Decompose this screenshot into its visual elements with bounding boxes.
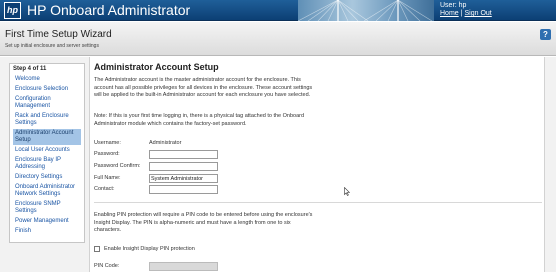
pin-protection-checkbox[interactable] [94, 246, 100, 252]
link-separator: | [460, 10, 463, 17]
step-power-management[interactable]: Power Management [13, 217, 81, 226]
password-row: Password: [94, 150, 354, 160]
password-confirm-field[interactable] [149, 162, 218, 171]
username-row: Username: Administrator [94, 139, 354, 149]
wizard-title: First Time Setup Wizard [5, 29, 112, 40]
step-directory-settings[interactable]: Directory Settings [13, 173, 81, 182]
step-administrator-account-setup[interactable]: Administrator Account Setup [13, 129, 81, 145]
top-bar: hp HP Onboard Administrator User: hp Hom… [0, 0, 556, 21]
step-oa-network-settings[interactable]: Onboard Administrator Network Settings [13, 183, 81, 199]
step-configuration-management[interactable]: Configuration Management [13, 95, 81, 111]
content-area: Step 4 of 11 Welcome Enclosure Selection… [0, 57, 556, 272]
user-links: Home | Sign Out [440, 10, 492, 18]
user-label: User: hp [440, 2, 467, 9]
password-label: Password: [94, 151, 120, 157]
sign-out-link[interactable]: Sign Out [465, 10, 492, 17]
step-welcome[interactable]: Welcome [13, 75, 81, 84]
username-label: Username: [94, 140, 121, 146]
home-link[interactable]: Home [440, 10, 459, 17]
pin-code-field[interactable] [149, 262, 218, 271]
step-local-user-accounts[interactable]: Local User Accounts [13, 146, 81, 155]
wizard-steps-sidebar: Step 4 of 11 Welcome Enclosure Selection… [9, 63, 85, 243]
contact-label: Contact: [94, 186, 115, 192]
main-panel: Administrator Account Setup The Administ… [89, 57, 545, 272]
hp-logo: hp [4, 2, 21, 19]
contact-field[interactable] [149, 185, 218, 194]
section-divider [94, 202, 542, 203]
account-description: The Administrator account is the master … [94, 77, 313, 98]
password-note: Note: If this is your first time logging… [94, 113, 305, 127]
password-confirm-row: Password Confirm: [94, 162, 354, 172]
username-value: Administrator [149, 140, 182, 146]
step-indicator: Step 4 of 11 [13, 66, 47, 72]
mouse-pointer-icon [344, 187, 350, 196]
header-banner-image [298, 0, 434, 21]
full-name-row: Full Name: [94, 174, 354, 184]
help-icon[interactable]: ? [540, 29, 551, 40]
password-field[interactable] [149, 150, 218, 159]
app-title: HP Onboard Administrator [27, 2, 191, 18]
step-enclosure-bay-ip-addressing[interactable]: Enclosure Bay IP Addressing [13, 156, 81, 172]
full-name-label: Full Name: [94, 175, 121, 181]
password-confirm-label: Password Confirm: [94, 163, 141, 169]
step-enclosure-snmp-settings[interactable]: Enclosure SNMP Settings [13, 200, 81, 216]
pin-protection-label[interactable]: Enable Insight Display PIN protection [104, 246, 195, 252]
user-area: User: hp Home | Sign Out [440, 2, 492, 18]
wizard-header: First Time Setup Wizard Set up initial e… [0, 22, 556, 56]
section-title: Administrator Account Setup [94, 62, 219, 72]
step-rack-and-enclosure-settings[interactable]: Rack and Enclosure Settings [13, 112, 81, 128]
pin-description: Enabling PIN protection will require a P… [94, 212, 313, 233]
contact-row: Contact: [94, 185, 354, 195]
step-enclosure-selection[interactable]: Enclosure Selection [13, 85, 81, 94]
pin-code-label: PIN Code: [94, 263, 120, 269]
wizard-subtitle: Set up initial enclosure and server sett… [5, 43, 99, 49]
full-name-field[interactable] [149, 174, 218, 183]
step-finish[interactable]: Finish [13, 227, 81, 236]
pin-code-row: PIN Code: [94, 262, 354, 271]
